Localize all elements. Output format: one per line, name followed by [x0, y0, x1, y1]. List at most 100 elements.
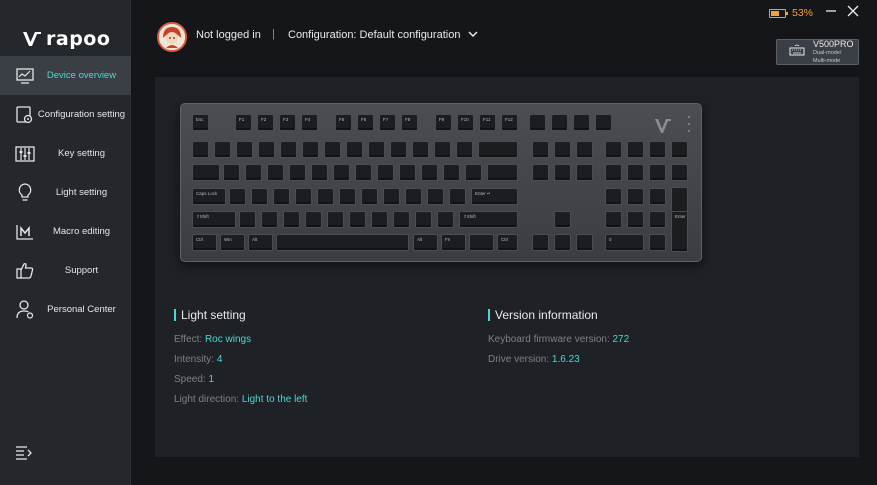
key-f10: F10 — [457, 114, 474, 131]
drive-value: 1.6.23 — [551, 354, 580, 365]
keyboard-key — [317, 188, 334, 205]
key-f1: F1 — [235, 114, 252, 131]
keyboard-key — [377, 164, 394, 181]
key-ctrl: Ctrl — [192, 234, 217, 251]
minimize-icon — [825, 4, 837, 22]
keyboard-key — [229, 188, 246, 205]
keyboard-key-label: Esc — [196, 117, 204, 122]
intensity-label: Intensity: — [174, 354, 217, 365]
keyboard-key-label: F6 — [361, 117, 367, 122]
direction-value: Light to the left — [241, 394, 308, 405]
keyboard-key — [295, 188, 312, 205]
keyboard-key — [289, 164, 306, 181]
key-f6: F6 — [357, 114, 374, 131]
keyboard-key — [251, 188, 268, 205]
keyboard-key-label: Ctrl — [501, 237, 508, 242]
sidebar-item-configuration-setting[interactable]: Configuration setting — [0, 95, 131, 134]
sidebar-item-label: Device overview — [46, 70, 117, 81]
keyboard-key-label: F4 — [305, 117, 311, 122]
keyboard-key — [649, 188, 666, 205]
sidebar-item-key-setting[interactable]: Key setting — [0, 134, 131, 173]
keyboard-key — [421, 164, 438, 181]
key-caps-lock: Caps Lock — [192, 188, 226, 205]
battery-status: 53% — [769, 7, 813, 19]
keyboard-key — [627, 188, 644, 205]
sidebar-item-device-overview[interactable]: Device overview — [0, 56, 131, 95]
sidebar-item-label: Light setting — [55, 187, 108, 198]
key-arrow-up — [554, 211, 571, 228]
sidebar-item-macro-editing[interactable]: Macro editing — [0, 212, 131, 251]
close-button[interactable] — [845, 5, 861, 21]
keyboard-key-label: F11 — [483, 117, 491, 122]
keyboard-key — [627, 211, 644, 228]
keyboard-key-label: Alt — [417, 237, 423, 242]
keyboard-key — [393, 211, 410, 228]
key-right-ctrl: Ctrl — [497, 234, 518, 251]
keyboard-key — [465, 164, 482, 181]
battery-icon — [769, 8, 788, 18]
keyboard-key-label: Win — [224, 237, 232, 242]
device-selector[interactable]: V500PRO Dual-mode/ Multi-mode — [776, 39, 859, 65]
key-f12: F12 — [501, 114, 518, 131]
key-left-shift: ⇧Shift — [192, 211, 236, 228]
keyboard-key — [371, 211, 388, 228]
device-model: V500PRO — [813, 39, 854, 50]
effect-label: Effect: — [174, 334, 205, 345]
key-f2: F2 — [257, 114, 274, 131]
keyboard-key — [324, 141, 341, 158]
intensity-value: 4 — [216, 354, 223, 365]
key-f15 — [573, 114, 590, 131]
effect-row: Effect: Roc wings — [174, 330, 307, 350]
keyboard-key — [456, 141, 473, 158]
keyboard-key-label: Enter ↵ — [475, 191, 491, 196]
keyboard-key — [339, 188, 356, 205]
login-status[interactable]: Not logged in — [196, 29, 261, 41]
sidebar-item-label: Macro editing — [52, 226, 111, 237]
keyboard-key — [390, 141, 407, 158]
key-tab — [192, 164, 220, 181]
minimize-button[interactable] — [823, 5, 839, 21]
keyboard-key — [443, 164, 460, 181]
light-setting-title: Light setting — [174, 309, 307, 321]
keyboard-key — [554, 234, 571, 251]
keyboard-key — [283, 211, 300, 228]
version-title: Version information — [488, 309, 629, 321]
key-win: Win — [220, 234, 245, 251]
collapse-menu-icon — [15, 446, 33, 464]
key-f14 — [551, 114, 568, 131]
header-separator: | — [272, 28, 275, 40]
sidebar-item-label: Configuration setting — [37, 109, 126, 120]
rapoo-logo: rapoo — [22, 28, 110, 50]
keyboard-key — [529, 114, 531, 116]
avatar[interactable] — [157, 22, 187, 52]
keyboard-key — [239, 211, 256, 228]
sliders-icon — [14, 143, 36, 165]
keyboard-key — [415, 211, 432, 228]
configuration-dropdown[interactable]: Configuration: Default configuration — [288, 29, 478, 41]
keyboard-key — [383, 188, 400, 205]
rapoo-logo-icon — [22, 30, 42, 48]
keyboard-key — [554, 141, 571, 158]
key-f3: F3 — [279, 114, 296, 131]
keyboard-key — [554, 164, 571, 181]
collapse-menu-button[interactable] — [15, 446, 35, 462]
key-backspace — [478, 141, 518, 158]
keyboard-keys: Esc F1 F2 F3 F4 F5 F6 F7 F8 F9 F10 F11 F12 Caps Lock E… — [181, 104, 703, 263]
close-icon — [847, 4, 859, 22]
sidebar-item-label: Personal Center — [47, 304, 116, 315]
sidebar-item-support[interactable]: Support — [0, 251, 131, 290]
keyboard-key — [349, 211, 366, 228]
keyboard-key — [532, 234, 549, 251]
sidebar-item-personal-center[interactable]: Personal Center — [0, 290, 131, 329]
configuration-label: Configuration: Default configuration — [288, 29, 461, 41]
keyboard-key-label: Enter — [675, 214, 686, 219]
keyboard-key — [245, 164, 262, 181]
key-num-0: 0 — [605, 234, 644, 251]
sidebar-item-light-setting[interactable]: Light setting — [0, 173, 131, 212]
gear-document-icon — [14, 104, 36, 126]
monitor-chart-icon — [14, 65, 36, 87]
keyboard-key — [573, 114, 575, 116]
keyboard-key — [605, 188, 622, 205]
speed-label: Speed: — [174, 374, 209, 385]
keyboard-key — [605, 164, 622, 181]
